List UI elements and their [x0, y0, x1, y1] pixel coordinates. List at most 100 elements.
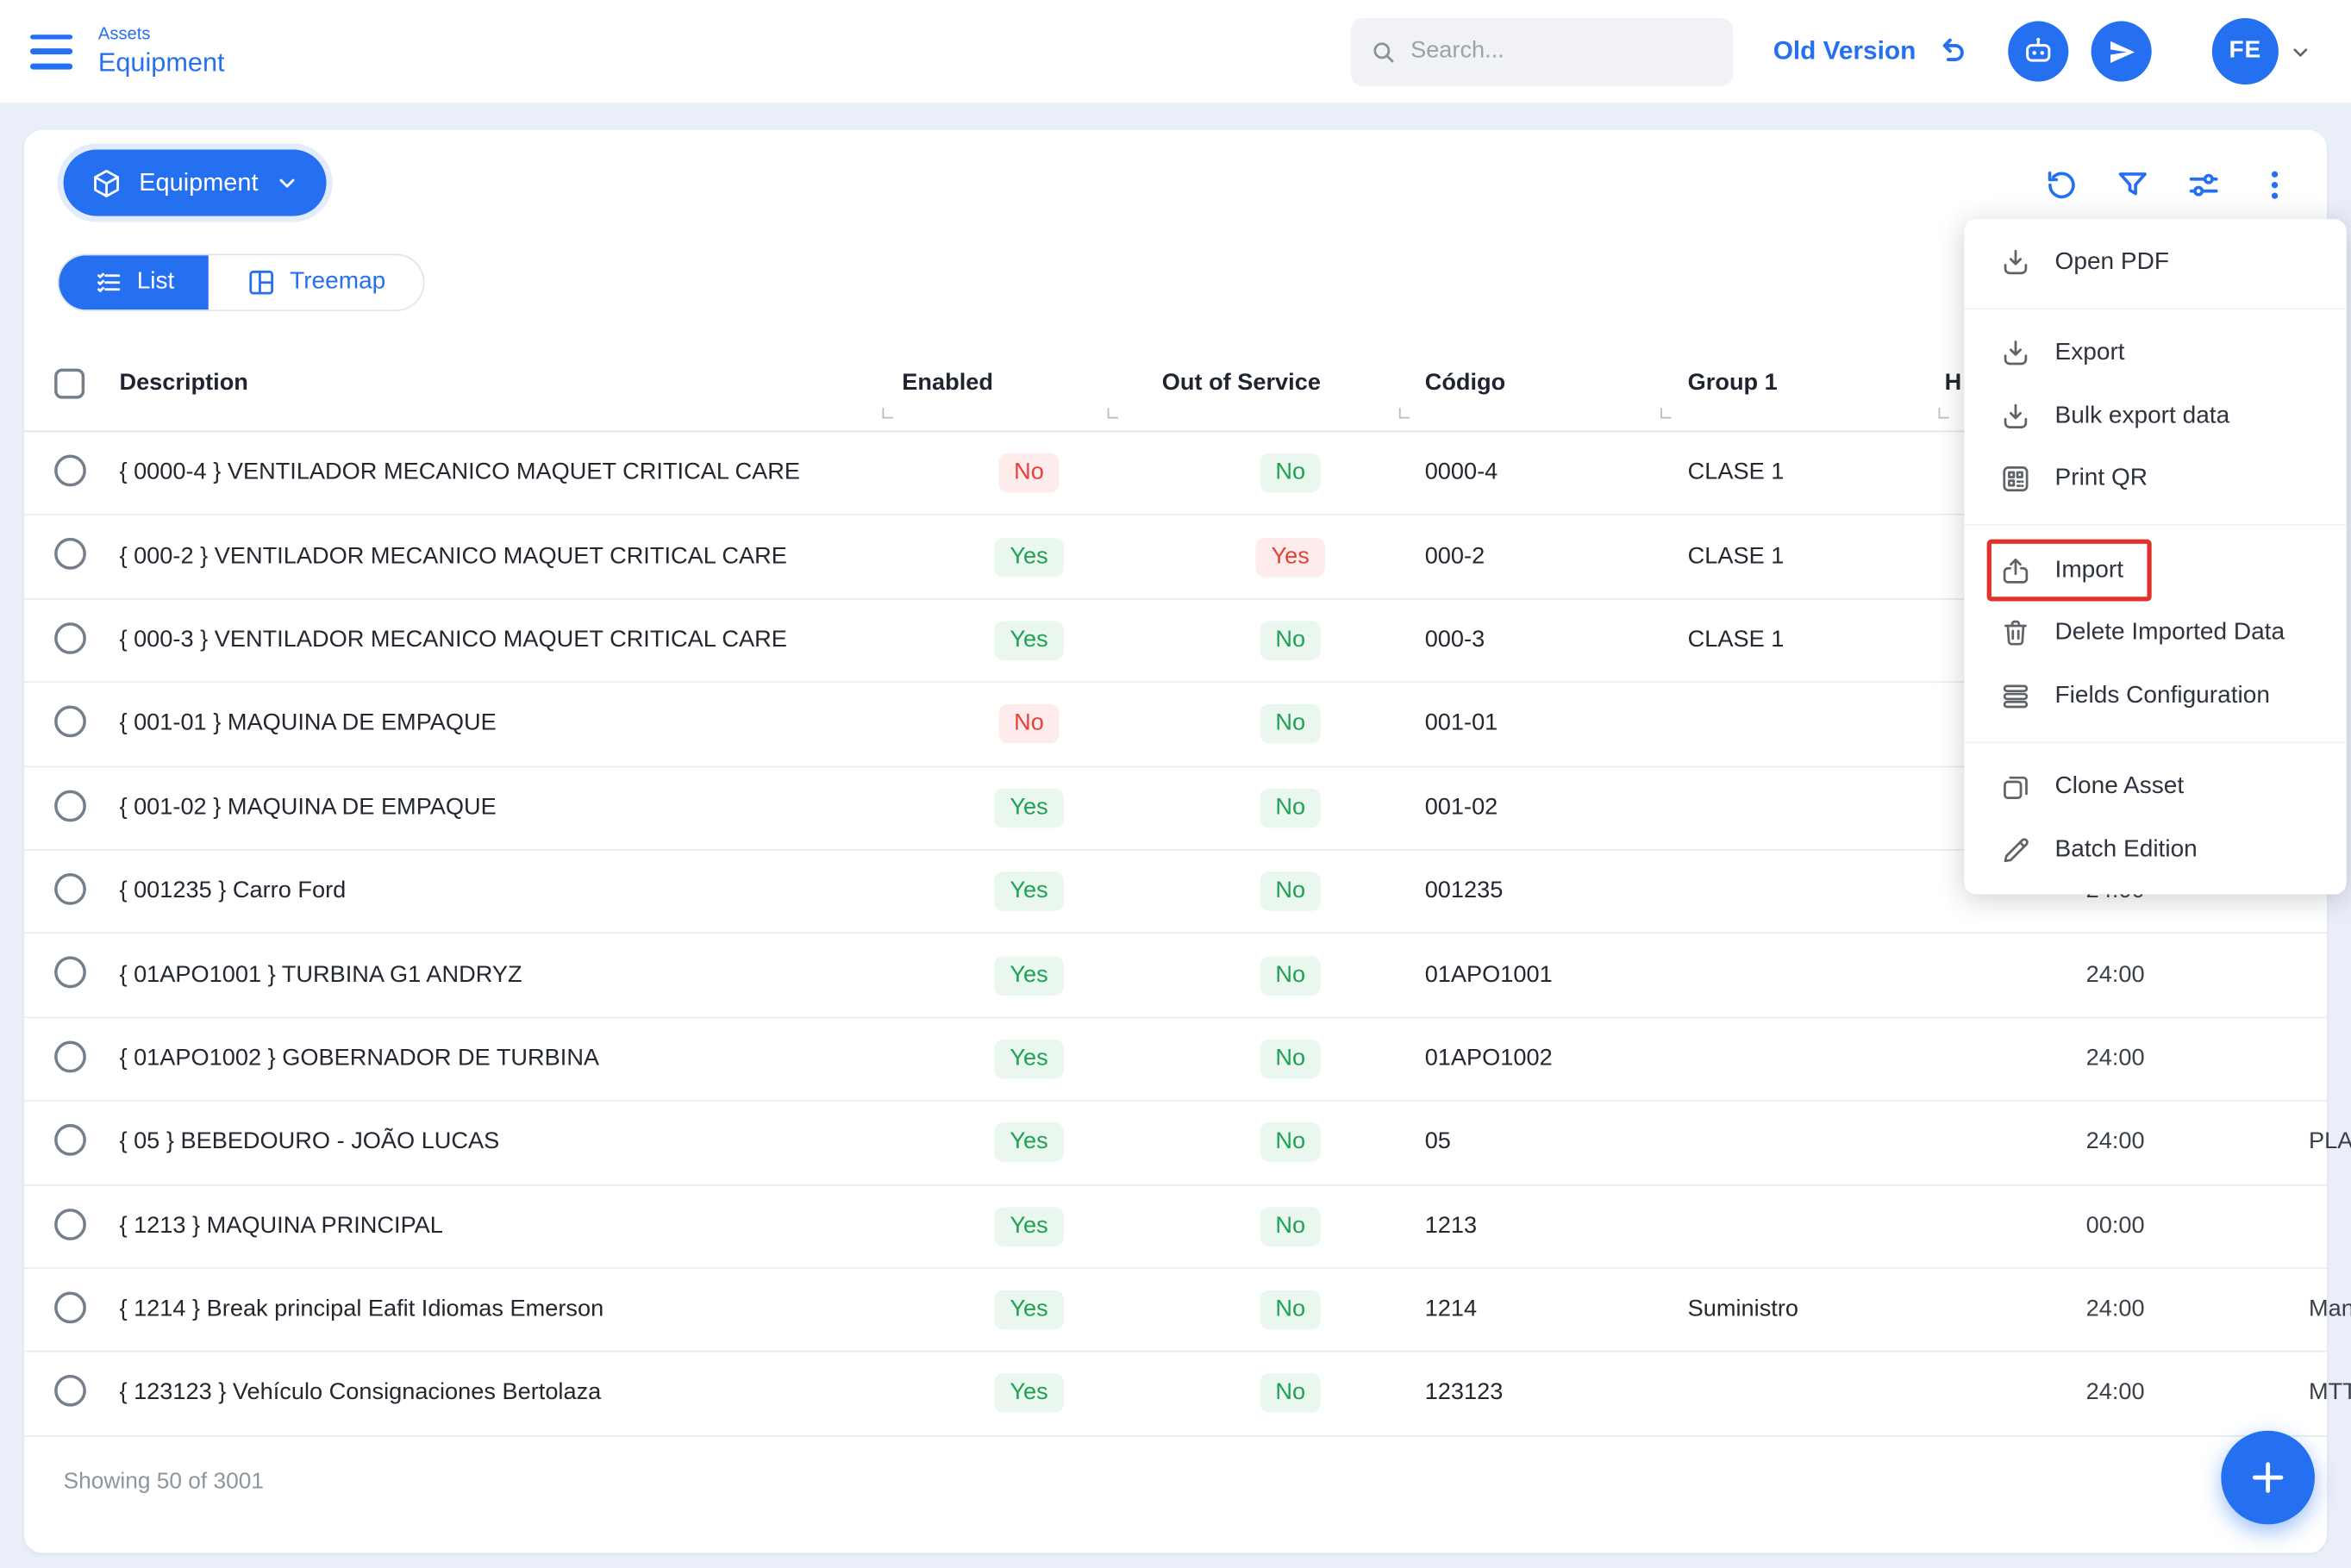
enabled-badge: No	[999, 453, 1060, 493]
menu-divider	[1964, 308, 2346, 309]
cell-out-of-service: Yes	[1177, 537, 1404, 577]
row-checkbox[interactable]	[54, 1291, 86, 1323]
column-header-codigo[interactable]: Código	[1425, 370, 1506, 397]
cell-codigo: 001235	[1425, 878, 1504, 906]
column-header-group1[interactable]: Group 1	[1688, 370, 1778, 397]
enabled-badge: Yes	[995, 1123, 1063, 1163]
cell-out-of-service: No	[1177, 956, 1404, 996]
menu-item-batch-edition[interactable]: Batch Edition	[1964, 819, 2346, 882]
qr-code-icon	[1999, 463, 2033, 497]
cell-codigo: 01APO1001	[1425, 962, 1553, 990]
cell-out-of-service: No	[1177, 871, 1404, 911]
cell-out-of-service: No	[1177, 453, 1404, 493]
search-field[interactable]	[1410, 38, 1714, 66]
table-row[interactable]: { 05 } BEBEDOURO - JOÃO LUCASYesNo0524:0…	[24, 1102, 2327, 1185]
table-toolbar	[2041, 165, 2294, 204]
equipment-dropdown-button[interactable]: Equipment	[64, 150, 327, 216]
row-checkbox[interactable]	[54, 706, 86, 738]
menu-item-export[interactable]: Export	[1964, 322, 2346, 385]
cell-codigo: 01APO1002	[1425, 1046, 1553, 1073]
trash-icon	[1999, 616, 2033, 650]
user-menu[interactable]: FE	[2212, 18, 2312, 84]
menu-item-fields-configuration[interactable]: Fields Configuration	[1964, 665, 2346, 728]
copy-icon	[1999, 771, 2033, 804]
old-version-button[interactable]: Old Version	[1773, 34, 1971, 70]
avatar[interactable]: FE	[2212, 18, 2279, 84]
tab-list[interactable]: List	[59, 255, 209, 309]
cell-group1: CLASE 1	[1688, 627, 1785, 654]
add-asset-button[interactable]	[2221, 1431, 2315, 1525]
menu-item-import[interactable]: Import	[1964, 540, 2346, 603]
menu-item-print-qr[interactable]: Print QR	[1964, 448, 2346, 511]
row-checkbox[interactable]	[54, 1040, 86, 1072]
menu-item-open-pdf[interactable]: Open PDF	[1964, 231, 2346, 294]
select-all-checkbox[interactable]	[54, 369, 84, 399]
row-checkbox[interactable]	[54, 790, 86, 821]
column-resize-mark	[1660, 408, 1671, 418]
cell-description: { 001235 } Carro Ford	[119, 878, 346, 906]
more-options-button[interactable]	[2254, 165, 2294, 204]
top-bar: Assets Equipment Old Version FE	[0, 0, 2351, 103]
row-checkbox[interactable]	[54, 873, 86, 905]
column-resize-mark	[1939, 408, 1949, 418]
assistant-button[interactable]	[2008, 22, 2068, 82]
cell-extra: MTT	[2309, 1380, 2351, 1408]
column-header-enabled[interactable]: Enabled	[902, 370, 993, 397]
cell-hours: 24:00	[2002, 1296, 2229, 1324]
cell-enabled: Yes	[916, 537, 1142, 577]
row-checkbox[interactable]	[54, 957, 86, 989]
cell-group1: CLASE 1	[1688, 459, 1785, 487]
menu-item-delete-imported-data[interactable]: Delete Imported Data	[1964, 602, 2346, 665]
row-checkbox[interactable]	[54, 622, 86, 654]
download-icon	[1999, 246, 2033, 279]
cell-enabled: Yes	[916, 1374, 1142, 1414]
filter-icon	[2113, 166, 2151, 203]
row-checkbox[interactable]	[54, 539, 86, 571]
table-row[interactable]: { 1214 } Break principal Eafit Idiomas E…	[24, 1269, 2327, 1352]
row-checkbox[interactable]	[54, 1208, 86, 1240]
table-row[interactable]: { 1213 } MAQUINA PRINCIPALYesNo121300:00	[24, 1185, 2327, 1269]
cell-codigo: 1214	[1425, 1296, 1477, 1324]
out-of-service-badge: No	[1260, 1207, 1321, 1246]
menu-item-label: Print QR	[2055, 465, 2148, 493]
search-input[interactable]	[1350, 17, 1732, 85]
enabled-badge: Yes	[995, 537, 1063, 577]
enabled-badge: Yes	[995, 788, 1063, 828]
column-header-out-of-service[interactable]: Out of Service	[1162, 370, 1321, 397]
paper-plane-icon	[2105, 35, 2137, 67]
column-header-description[interactable]: Description	[119, 370, 247, 397]
row-checkbox[interactable]	[54, 455, 86, 487]
send-feedback-button[interactable]	[2092, 22, 2152, 82]
cell-description: { 1213 } MAQUINA PRINCIPAL	[119, 1213, 442, 1240]
column-settings-button[interactable]	[2184, 165, 2223, 204]
tab-treemap[interactable]: Treemap	[209, 255, 423, 309]
cell-description: { 000-3 } VENTILADOR MECANICO MAQUET CRI…	[119, 627, 786, 654]
out-of-service-badge: No	[1260, 871, 1321, 911]
chevron-down-icon	[275, 171, 299, 195]
cell-enabled: Yes	[916, 1123, 1142, 1163]
hamburger-menu-icon[interactable]	[30, 34, 72, 68]
row-checkbox[interactable]	[54, 1124, 86, 1156]
table-row[interactable]: { 123123 } Vehículo Consignaciones Berto…	[24, 1352, 2327, 1436]
menu-item-clone-asset[interactable]: Clone Asset	[1964, 756, 2346, 819]
cell-extra: Man	[2309, 1296, 2351, 1324]
cell-enabled: Yes	[916, 1040, 1142, 1079]
table-row[interactable]: { 01APO1002 } GOBERNADOR DE TURBINAYesNo…	[24, 1018, 2327, 1102]
out-of-service-badge: No	[1260, 956, 1321, 996]
cell-codigo: 001-01	[1425, 710, 1498, 738]
row-checkbox[interactable]	[54, 1375, 86, 1407]
pencil-icon	[1999, 834, 2033, 867]
out-of-service-badge: No	[1260, 1374, 1321, 1414]
menu-item-label: Export	[2055, 340, 2125, 368]
menu-item-label: Bulk export data	[2055, 403, 2230, 431]
history-button[interactable]	[2041, 165, 2081, 204]
download-icon	[1999, 337, 2033, 371]
menu-item-bulk-export-data[interactable]: Bulk export data	[1964, 385, 2346, 448]
table-row[interactable]: { 01APO1001 } TURBINA G1 ANDRYZYesNo01AP…	[24, 934, 2327, 1018]
search-icon	[1368, 37, 1397, 66]
out-of-service-badge: No	[1260, 1290, 1321, 1330]
column-header-hours[interactable]: H	[1945, 370, 1962, 397]
title-block: Assets Equipment	[98, 27, 225, 77]
fields-config-icon	[1999, 679, 2033, 713]
filter-button[interactable]	[2112, 165, 2152, 204]
